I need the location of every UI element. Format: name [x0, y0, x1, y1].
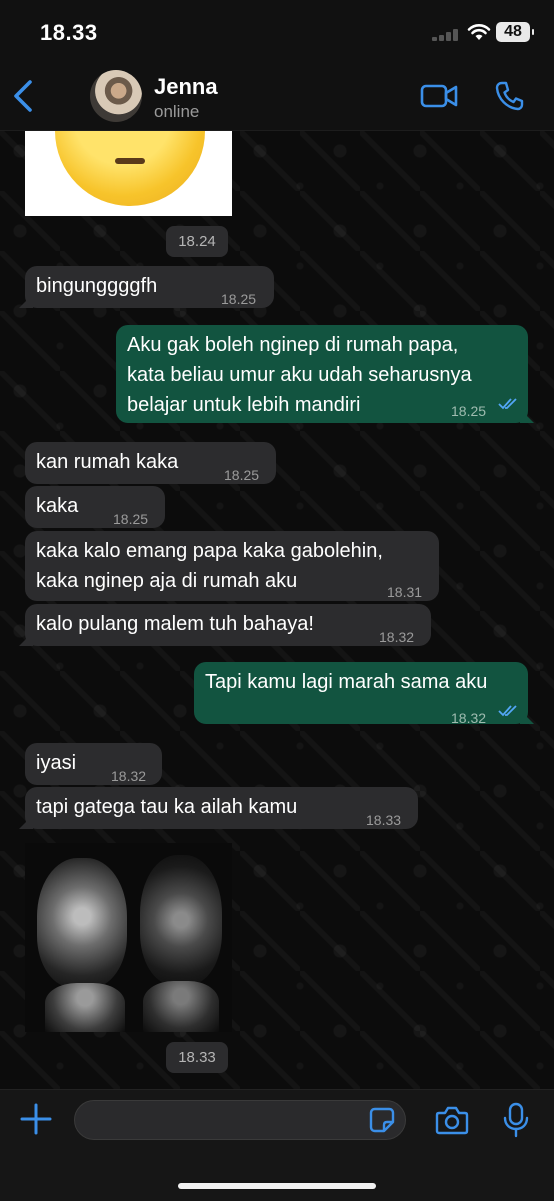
message-incoming[interactable]: kan rumah kaka 18.25 — [25, 442, 276, 484]
emoji-image — [55, 131, 205, 206]
message-incoming[interactable]: bingunggggfh 18.25 — [25, 266, 274, 308]
chat-header: Jenna online — [0, 62, 554, 131]
message-time: 18.25 — [113, 511, 149, 527]
message-incoming[interactable]: kaka kalo emang papa kaka gabolehin, kak… — [25, 531, 439, 601]
message-time: 18.32 — [451, 710, 487, 726]
message-text: iyasi — [36, 752, 77, 774]
message-text-line: belajar untuk lebih mandiri — [127, 394, 361, 416]
message-text-line: kata beliau umur aku udah seharusnya — [127, 364, 472, 386]
sticker-icon[interactable] — [369, 1107, 395, 1133]
message-incoming[interactable]: tapi gatega tau ka ailah kamu 18.33 — [25, 787, 418, 829]
photo-figure-right — [140, 855, 222, 985]
microphone-button[interactable] — [502, 1102, 530, 1138]
message-time: 18.25 — [224, 467, 260, 483]
message-outgoing[interactable]: Tapi kamu lagi marah sama aku 18.32 — [194, 662, 528, 726]
message-outgoing[interactable]: Aku gak boleh nginep di rumah papa, kata… — [116, 325, 528, 423]
video-call-button[interactable] — [420, 82, 458, 110]
back-button[interactable] — [10, 78, 40, 114]
camera-button[interactable] — [435, 1105, 469, 1135]
photo-figure-left — [37, 858, 127, 988]
message-incoming[interactable]: kaka 18.25 — [25, 486, 165, 528]
message-time: 18.25 — [221, 291, 257, 307]
message-text: Tapi kamu lagi marah sama aku — [205, 671, 488, 693]
contact-name[interactable]: Jenna — [154, 74, 218, 100]
status-time: 18.33 — [40, 20, 98, 45]
signal-icon — [432, 29, 464, 41]
message-text: tapi gatega tau ka ailah kamu — [36, 796, 298, 818]
image-timestamp: 18.24 — [166, 226, 228, 257]
message-time: 18.32 — [379, 629, 415, 645]
message-text: bingunggggfh — [36, 275, 158, 297]
message-input[interactable] — [89, 1107, 353, 1135]
message-incoming[interactable]: iyasi 18.32 — [25, 743, 162, 785]
message-text: kalo pulang malem tuh bahaya! — [36, 613, 314, 635]
image-message-photo[interactable] — [25, 843, 232, 1032]
image-message-emoji[interactable] — [25, 131, 232, 216]
battery-indicator: 48 — [496, 22, 534, 42]
status-bar: 18.33 48 — [0, 0, 554, 62]
message-text-line: kaka kalo emang papa kaka gabolehin, — [36, 540, 383, 562]
image-timestamp: 18.33 — [166, 1042, 228, 1073]
message-time: 18.31 — [387, 584, 423, 600]
contact-status: online — [154, 102, 200, 121]
chat-area[interactable]: 18.24 bingunggggfh 18.25 Aku gak boleh n… — [0, 131, 554, 1089]
message-text: kan rumah kaka — [36, 451, 179, 473]
read-receipt-icon — [498, 705, 517, 717]
message-composer — [0, 1089, 554, 1201]
attach-plus-button[interactable] — [20, 1103, 52, 1135]
message-text-line: kaka nginep aja di rumah aku — [36, 570, 298, 592]
contact-avatar[interactable] — [90, 70, 142, 122]
read-receipt-icon — [498, 398, 517, 410]
message-input-wrapper[interactable] — [74, 1100, 406, 1140]
wifi-icon — [467, 24, 491, 40]
message-incoming[interactable]: kalo pulang malem tuh bahaya! 18.32 — [25, 604, 431, 646]
message-text: kaka — [36, 495, 79, 517]
message-time: 18.25 — [451, 403, 487, 419]
message-time: 18.33 — [366, 812, 402, 828]
home-indicator — [178, 1183, 376, 1189]
message-text-line: Aku gak boleh nginep di rumah papa, — [127, 334, 459, 356]
voice-call-button[interactable] — [494, 80, 524, 112]
